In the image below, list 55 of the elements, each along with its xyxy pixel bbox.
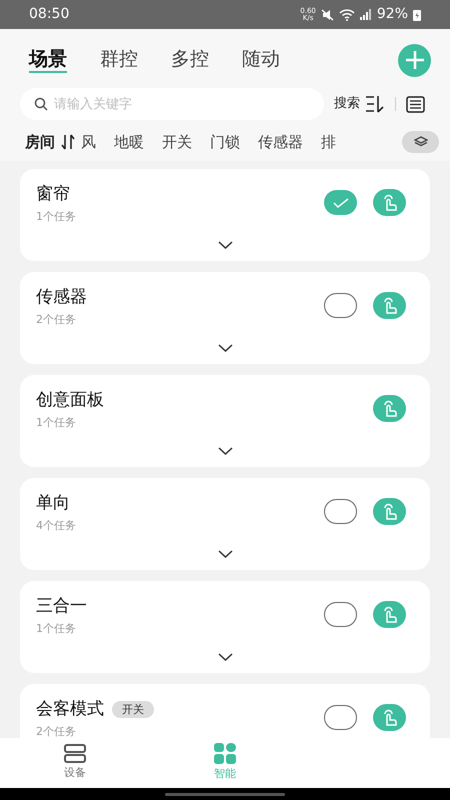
- scene-card[interactable]: 单向 4个任务: [20, 478, 430, 570]
- grid-icon: [214, 743, 236, 764]
- filter-chip[interactable]: 房间: [25, 130, 55, 154]
- scene-tag: 开关: [112, 701, 154, 718]
- scene-name: 传感器: [36, 286, 87, 309]
- sort-icon[interactable]: [365, 95, 385, 113]
- layers-icon: [414, 136, 428, 148]
- search-field[interactable]: 请输入关键字: [20, 88, 324, 120]
- storage-icon: [64, 744, 86, 764]
- tab[interactable]: 群控: [100, 47, 138, 73]
- scene-name: 三合一: [36, 595, 87, 618]
- expand-chevron-icon[interactable]: [218, 344, 233, 352]
- tab[interactable]: 随动: [242, 47, 280, 73]
- scene-name: 窗帘: [36, 183, 70, 206]
- task-count: 2个任务: [36, 312, 76, 328]
- sort-icon[interactable]: [61, 134, 75, 150]
- scene-card[interactable]: 会客模式 开关 2个任务: [20, 684, 430, 738]
- scene-name: 会客模式: [36, 698, 104, 721]
- list-icon[interactable]: [406, 96, 425, 112]
- filter-chip[interactable]: 开关: [162, 130, 192, 154]
- task-count: 1个任务: [36, 209, 76, 225]
- tab[interactable]: 多控: [171, 47, 209, 73]
- search-button[interactable]: 搜索: [334, 94, 360, 114]
- filter-chip[interactable]: 门锁: [210, 130, 240, 154]
- wifi-icon: [338, 8, 355, 20]
- task-count: 1个任务: [36, 415, 76, 431]
- task-count: 1个任务: [36, 621, 76, 637]
- nav-tab[interactable]: 设备: [0, 738, 150, 788]
- mute-icon: [320, 8, 334, 20]
- scene-name: 创意面板: [36, 389, 104, 412]
- selected-check[interactable]: [324, 190, 357, 215]
- check-icon: [332, 198, 348, 208]
- expand-chevron-icon[interactable]: [218, 241, 233, 249]
- scene-name: 单向: [36, 492, 70, 515]
- expand-chevron-icon[interactable]: [218, 653, 233, 661]
- battery-level: 92%: [376, 5, 408, 24]
- task-count: 4个任务: [36, 518, 76, 534]
- scene-card[interactable]: 创意面板 1个任务: [20, 375, 430, 467]
- search-icon: [34, 97, 48, 111]
- filter-chip[interactable]: 风: [81, 130, 96, 154]
- signal-icon: [360, 9, 372, 20]
- scene-card[interactable]: 三合一 1个任务: [20, 581, 430, 673]
- filter-chip[interactable]: 传感器: [258, 130, 303, 154]
- layers-button[interactable]: [402, 131, 439, 153]
- expand-chevron-icon[interactable]: [218, 550, 233, 558]
- expand-chevron-icon[interactable]: [218, 447, 233, 455]
- filter-chip[interactable]: 地暖: [114, 130, 144, 154]
- task-count: 2个任务: [36, 724, 76, 738]
- scene-card[interactable]: 传感器 2个任务: [20, 272, 430, 364]
- tab[interactable]: 场景: [29, 47, 67, 73]
- battery-icon: [413, 8, 421, 20]
- filter-chip[interactable]: 排: [321, 130, 336, 154]
- plus-icon: [404, 50, 424, 70]
- status-time: 08:50: [29, 5, 70, 24]
- scene-card[interactable]: 窗帘 1个任务: [20, 169, 430, 261]
